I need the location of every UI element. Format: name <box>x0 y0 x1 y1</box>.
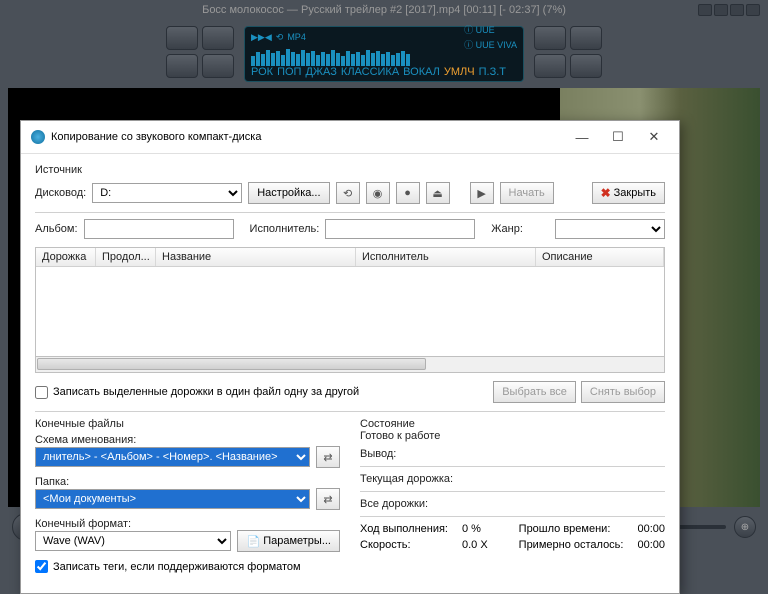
dialog-maximize-button[interactable]: ☐ <box>603 127 633 147</box>
restore-icon[interactable] <box>730 4 744 16</box>
progress-label: Ход выполнения: <box>360 523 448 535</box>
refresh-icon[interactable]: ⟲ <box>336 182 360 204</box>
close-icon[interactable] <box>746 4 760 16</box>
toolbar-btn-2[interactable] <box>166 54 198 78</box>
player-window-controls <box>698 4 760 16</box>
genre-label: Жанр: <box>491 223 523 235</box>
remain-label: Примерно осталось: <box>519 539 624 551</box>
eq-bars <box>251 44 517 66</box>
elapsed-label: Прошло времени: <box>519 523 624 535</box>
format-label: Конечный формат: <box>35 518 340 530</box>
scheme-browse-icon[interactable]: ⇄ <box>316 446 340 468</box>
equalizer-panel: ▶▶◀ ⟲ MP4 ⓘ UUE ⓘ UUE VIVA РОК ПОП ДЖАЗ … <box>244 26 524 82</box>
toolbar-btn-3[interactable] <box>202 26 234 50</box>
eq-loop-icon: ⟲ <box>276 32 284 43</box>
merge-checkbox[interactable] <box>35 386 48 399</box>
folder-browse-icon[interactable]: ⇄ <box>316 488 340 510</box>
eq-preset-vocal[interactable]: ВОКАЛ <box>403 66 440 78</box>
col-description[interactable]: Описание <box>536 248 664 266</box>
speed-label: Скорость: <box>360 539 448 551</box>
curtrack-label: Текущая дорожка: <box>360 473 665 485</box>
eq-preset-classic[interactable]: КЛАССИКА <box>341 66 399 78</box>
eq-preset-default[interactable]: УМЛЧ <box>444 66 475 78</box>
status-ready: Готово к работе <box>360 430 665 442</box>
cddb-icon[interactable]: ◉ <box>366 182 390 204</box>
merge-label: Записать выделенные дорожки в один файл … <box>53 386 359 398</box>
album-input[interactable] <box>84 219 234 239</box>
output-section-label: Конечные файлы <box>35 418 340 430</box>
alltracks-label: Все дорожки: <box>360 498 665 510</box>
player-title: Босс молокосос — Русский трейлер #2 [201… <box>0 0 768 20</box>
toolbar-btn-4[interactable] <box>202 54 234 78</box>
deselect-button[interactable]: Снять выбор <box>581 381 665 403</box>
toolbar-btn-5[interactable] <box>534 26 566 50</box>
tags-label: Записать теги, если поддерживаются форма… <box>53 561 301 573</box>
toolbar-btn-1[interactable] <box>166 26 198 50</box>
start-button[interactable]: Начать <box>500 182 554 204</box>
format-select[interactable]: Wave (WAV) <box>35 531 231 551</box>
scheme-label: Схема именования: <box>35 434 340 446</box>
dialog-minimize-button[interactable]: — <box>567 127 597 147</box>
tracks-table[interactable]: Дорожка Продол... Название Исполнитель О… <box>35 247 665 357</box>
table-scrollbar[interactable] <box>35 357 665 373</box>
eq-preset-rock[interactable]: РОК <box>251 66 273 78</box>
eq-preset-jazz[interactable]: ДЖАЗ <box>305 66 336 78</box>
progress-value: 0 % <box>462 523 505 535</box>
drive-select[interactable]: D: <box>92 183 242 203</box>
eq-side-1: ⓘ UUE <box>464 23 517 36</box>
col-title[interactable]: Название <box>156 248 356 266</box>
eq-presets: РОК ПОП ДЖАЗ КЛАССИКА ВОКАЛ УМЛЧ П.З.Т <box>251 66 517 78</box>
web-icon[interactable]: ● <box>396 182 420 204</box>
mute-button[interactable]: ⊕ <box>734 516 756 538</box>
eq-mode-icon: ▶▶◀ <box>251 32 272 43</box>
eject-icon[interactable]: ⏏ <box>426 182 450 204</box>
toolbar-btn-7[interactable] <box>570 26 602 50</box>
minimize-icon[interactable] <box>698 4 712 16</box>
tags-checkbox[interactable] <box>35 560 48 573</box>
scheme-select[interactable]: лнитель> - <Альбом> - <Номер>. <Название… <box>35 447 310 467</box>
eq-preset-custom[interactable]: П.З.Т <box>479 66 506 78</box>
folder-label: Папка: <box>35 476 340 488</box>
settings-button[interactable]: Настройка... <box>248 182 329 204</box>
params-button[interactable]: 📄Параметры... <box>237 530 340 552</box>
col-artist[interactable]: Исполнитель <box>356 248 536 266</box>
folder-select[interactable]: <Мои документы> <box>35 489 310 509</box>
output-label: Вывод: <box>360 448 665 460</box>
toolbar-btn-8[interactable] <box>570 54 602 78</box>
genre-select[interactable] <box>555 219 665 239</box>
remain-value: 00:00 <box>637 539 665 551</box>
col-duration[interactable]: Продол... <box>96 248 156 266</box>
artist-input[interactable] <box>325 219 475 239</box>
maximize-icon[interactable] <box>714 4 728 16</box>
eq-format-label: MP4 <box>287 32 306 42</box>
elapsed-value: 00:00 <box>637 523 665 535</box>
source-section-label: Источник <box>35 164 665 176</box>
album-label: Альбом: <box>35 223 78 235</box>
status-section-label: Состояние <box>360 418 665 430</box>
col-track[interactable]: Дорожка <box>36 248 96 266</box>
eq-preset-pop[interactable]: ПОП <box>277 66 301 78</box>
cd-rip-dialog: Копирование со звукового компакт-диска —… <box>20 120 680 594</box>
dialog-title: Копирование со звукового компакт-диска <box>51 131 261 143</box>
params-icon: 📄 <box>246 535 260 548</box>
artist-label: Исполнитель: <box>250 223 320 235</box>
close-x-icon: ✖ <box>601 186 611 200</box>
dialog-icon <box>31 130 45 144</box>
select-all-button[interactable]: Выбрать все <box>493 381 576 403</box>
play-icon[interactable]: ▶ <box>470 182 494 204</box>
close-dialog-button[interactable]: ✖Закрыть <box>592 182 665 204</box>
dialog-titlebar[interactable]: Копирование со звукового компакт-диска —… <box>21 121 679 154</box>
drive-label: Дисковод: <box>35 187 86 199</box>
speed-value: 0.0 X <box>462 539 505 551</box>
toolbar-btn-6[interactable] <box>534 54 566 78</box>
player-toolbar: ▶▶◀ ⟲ MP4 ⓘ UUE ⓘ UUE VIVA РОК ПОП ДЖАЗ … <box>0 20 768 88</box>
dialog-close-button[interactable]: ✕ <box>639 127 669 147</box>
